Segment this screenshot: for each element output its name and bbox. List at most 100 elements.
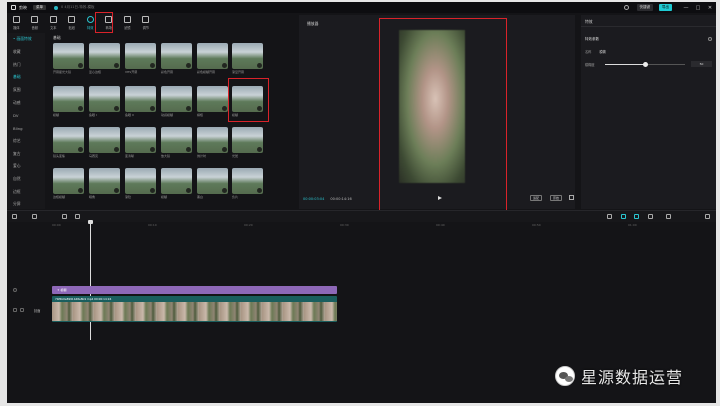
download-icon[interactable] [185, 105, 191, 111]
effect-clip[interactable]: ✦ 模糊 [52, 286, 337, 294]
effect-thumbnail[interactable] [232, 43, 263, 69]
close-button[interactable]: ✕ [704, 5, 716, 11]
export-button[interactable]: 导出 [659, 4, 672, 11]
sidebar-item[interactable]: 分屏 [7, 198, 45, 211]
timeline-ruler[interactable]: 00:00 00:10 00:20 00:30 00:40 00:50 01:00 [52, 222, 716, 230]
download-icon[interactable] [77, 146, 83, 152]
blur-slider-handle[interactable] [642, 62, 648, 67]
download-icon[interactable] [113, 105, 119, 111]
effect-thumbnail[interactable] [197, 43, 228, 69]
sidebar-item[interactable]: 动感 [7, 96, 45, 109]
tab-audio[interactable]: 音频 [26, 13, 45, 33]
sidebar-item[interactable]: 收藏 [7, 46, 45, 59]
effect-thumbnail[interactable] [53, 127, 84, 153]
download-icon[interactable] [113, 62, 119, 68]
effect-thumbnail[interactable] [232, 127, 263, 153]
zoom-fit-icon[interactable] [705, 214, 710, 219]
download-icon[interactable] [185, 62, 191, 68]
sidebar-item[interactable]: 爱心 [7, 160, 45, 173]
sidebar-item[interactable]: 自然 [7, 173, 45, 186]
help-icon[interactable] [623, 5, 629, 10]
effect-thumbnail[interactable] [125, 43, 156, 69]
menu-button[interactable]: 菜单 [33, 5, 46, 10]
playhead[interactable] [88, 220, 93, 340]
cover-button[interactable]: 封面 [34, 308, 40, 313]
blur-slider[interactable] [605, 62, 685, 67]
effect-thumbnail[interactable] [53, 43, 84, 69]
play-icon[interactable] [438, 196, 442, 200]
download-icon[interactable] [221, 146, 227, 152]
download-icon[interactable] [113, 187, 119, 193]
eye-icon[interactable] [20, 308, 24, 312]
sidebar-item[interactable]: 基础 [7, 71, 45, 84]
download-icon[interactable] [256, 62, 262, 68]
effect-thumbnail[interactable] [232, 168, 263, 194]
download-icon[interactable] [149, 187, 155, 193]
minimize-button[interactable]: — [680, 5, 692, 11]
download-icon[interactable] [149, 146, 155, 152]
download-icon[interactable] [256, 146, 262, 152]
shortcut-button[interactable]: 快捷键 [636, 4, 653, 11]
sidebar-item[interactable]: 复古 [7, 147, 45, 160]
fullscreen-icon[interactable] [569, 195, 574, 200]
download-icon[interactable] [256, 187, 262, 193]
preview-axis-icon[interactable] [648, 214, 653, 219]
download-icon[interactable] [149, 62, 155, 68]
reset-icon[interactable] [708, 37, 712, 41]
effect-thumbnail[interactable] [197, 127, 228, 153]
download-icon[interactable] [221, 105, 227, 111]
effect-thumbnail[interactable] [89, 168, 120, 194]
effect-thumbnail[interactable] [125, 127, 156, 153]
effect-thumbnail[interactable] [53, 168, 84, 194]
download-icon[interactable] [149, 105, 155, 111]
fit-button[interactable]: 适配 [530, 195, 543, 201]
effect-thumbnail[interactable] [89, 43, 120, 69]
effect-thumbnail[interactable] [89, 127, 120, 153]
microphone-icon[interactable] [607, 214, 612, 219]
download-icon[interactable] [185, 146, 191, 152]
select-tool-icon[interactable] [12, 214, 17, 219]
effect-thumbnail[interactable] [197, 86, 228, 112]
effect-thumbnail[interactable] [89, 86, 120, 112]
effect-thumbnail[interactable] [53, 86, 84, 112]
snap-icon[interactable] [634, 214, 639, 219]
download-icon[interactable] [77, 187, 83, 193]
sidebar-item[interactable]: 氛围 [7, 84, 45, 97]
lock-icon[interactable] [13, 308, 17, 312]
download-icon[interactable] [77, 62, 83, 68]
sidebar-item[interactable]: 边框 [7, 185, 45, 198]
effect-thumbnail[interactable] [161, 168, 192, 194]
sidebar-item[interactable]: Bling [7, 122, 45, 135]
ratio-button[interactable]: 原始 [550, 195, 563, 201]
download-icon[interactable] [113, 146, 119, 152]
undo-icon[interactable] [32, 214, 37, 219]
effect-thumbnail[interactable] [161, 127, 192, 153]
zoom-out-icon[interactable] [666, 214, 671, 219]
effect-thumbnail[interactable] [125, 86, 156, 112]
effect-thumbnail[interactable] [197, 168, 228, 194]
sidebar-item[interactable]: DV [7, 109, 45, 122]
download-icon[interactable] [77, 105, 83, 111]
delete-icon[interactable] [75, 214, 80, 219]
tab-filter[interactable]: 滤镜 [118, 13, 137, 33]
video-clip[interactable]: 7bf6b0e8991b48e8b9 mp4 00:00:14:16 [52, 296, 337, 322]
sidebar-item[interactable]: 综艺 [7, 135, 45, 148]
playhead-handle[interactable] [88, 220, 93, 224]
tab-text[interactable]: 文本 [44, 13, 63, 33]
download-icon[interactable] [221, 62, 227, 68]
sidebar-item[interactable]: 热门 [7, 58, 45, 71]
effect-thumbnail[interactable] [161, 43, 192, 69]
maximize-button[interactable]: □ [692, 5, 704, 11]
blur-value-input[interactable]: 50 [691, 61, 712, 67]
tab-sticker[interactable]: 贴纸 [63, 13, 82, 33]
inspector-tab-effects[interactable]: 特效 [585, 19, 593, 25]
split-icon[interactable] [62, 214, 67, 219]
effect-thumbnail[interactable] [125, 168, 156, 194]
effect-thumbnail[interactable] [161, 86, 192, 112]
link-icon[interactable] [621, 214, 626, 219]
tab-adjust[interactable]: 调节 [137, 13, 156, 33]
tab-media[interactable]: 媒体 [7, 13, 26, 33]
download-icon[interactable] [221, 187, 227, 193]
sidebar-item[interactable]: • 画面特效 [7, 33, 45, 46]
download-icon[interactable] [185, 187, 191, 193]
